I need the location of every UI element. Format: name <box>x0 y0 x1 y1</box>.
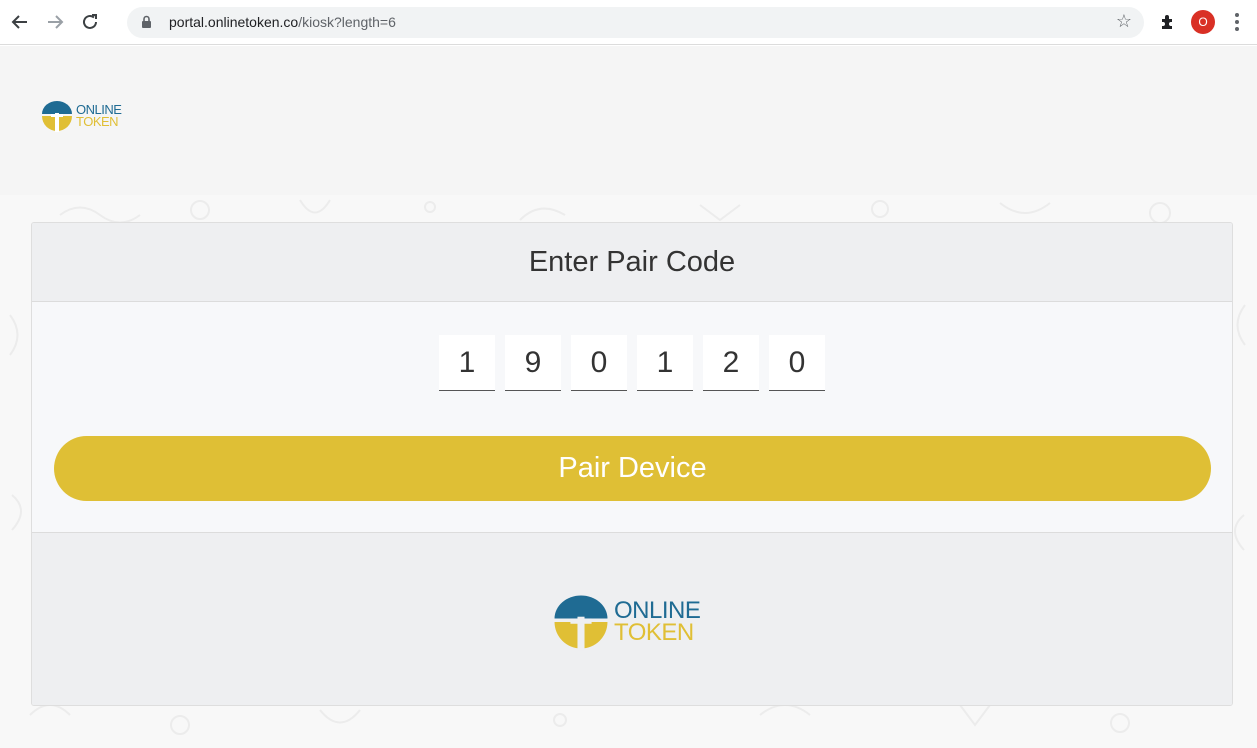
logo-mark-icon <box>42 101 72 132</box>
pair-device-label: Pair Device <box>558 452 707 484</box>
pair-code-inputs <box>32 335 1232 391</box>
page-header: ONLINE TOKEN <box>0 46 1257 195</box>
pair-code-digit-3[interactable] <box>571 335 627 391</box>
browser-menu-icon[interactable] <box>1232 10 1242 34</box>
pair-code-card: Enter Pair Code Pair Device ONLINE TOKEN <box>31 222 1233 706</box>
logo-line2: TOKEN <box>614 619 694 646</box>
profile-avatar[interactable]: O <box>1191 10 1215 34</box>
back-icon[interactable] <box>9 11 31 33</box>
pair-device-button[interactable]: Pair Device <box>54 436 1211 501</box>
reload-icon[interactable] <box>79 11 101 33</box>
bookmark-star-icon[interactable]: ☆ <box>1116 11 1132 32</box>
extensions-icon[interactable] <box>1158 12 1178 37</box>
logo-line2: TOKEN <box>76 114 119 129</box>
forward-icon[interactable] <box>44 11 66 33</box>
url-text[interactable]: portal.onlinetoken.co/kiosk?length=6 <box>169 14 396 30</box>
pair-code-digit-6[interactable] <box>769 335 825 391</box>
pair-code-digit-5[interactable] <box>703 335 759 391</box>
address-bar[interactable]: portal.onlinetoken.co/kiosk?length=6 ☆ <box>127 7 1144 38</box>
pair-code-digit-2[interactable] <box>505 335 561 391</box>
pair-code-digit-4[interactable] <box>637 335 693 391</box>
online-token-logo: ONLINE TOKEN <box>40 99 122 133</box>
pair-code-digit-1[interactable] <box>439 335 495 391</box>
logo-mark-icon <box>554 595 608 651</box>
card-title: Enter Pair Code <box>528 245 736 278</box>
card-footer: ONLINE TOKEN <box>32 532 1232 705</box>
card-header: Enter Pair Code <box>32 223 1232 302</box>
online-token-logo-footer: ONLINE TOKEN <box>550 592 701 652</box>
browser-toolbar: portal.onlinetoken.co/kiosk?length=6 ☆ O <box>0 0 1257 45</box>
lock-icon[interactable] <box>141 15 152 34</box>
